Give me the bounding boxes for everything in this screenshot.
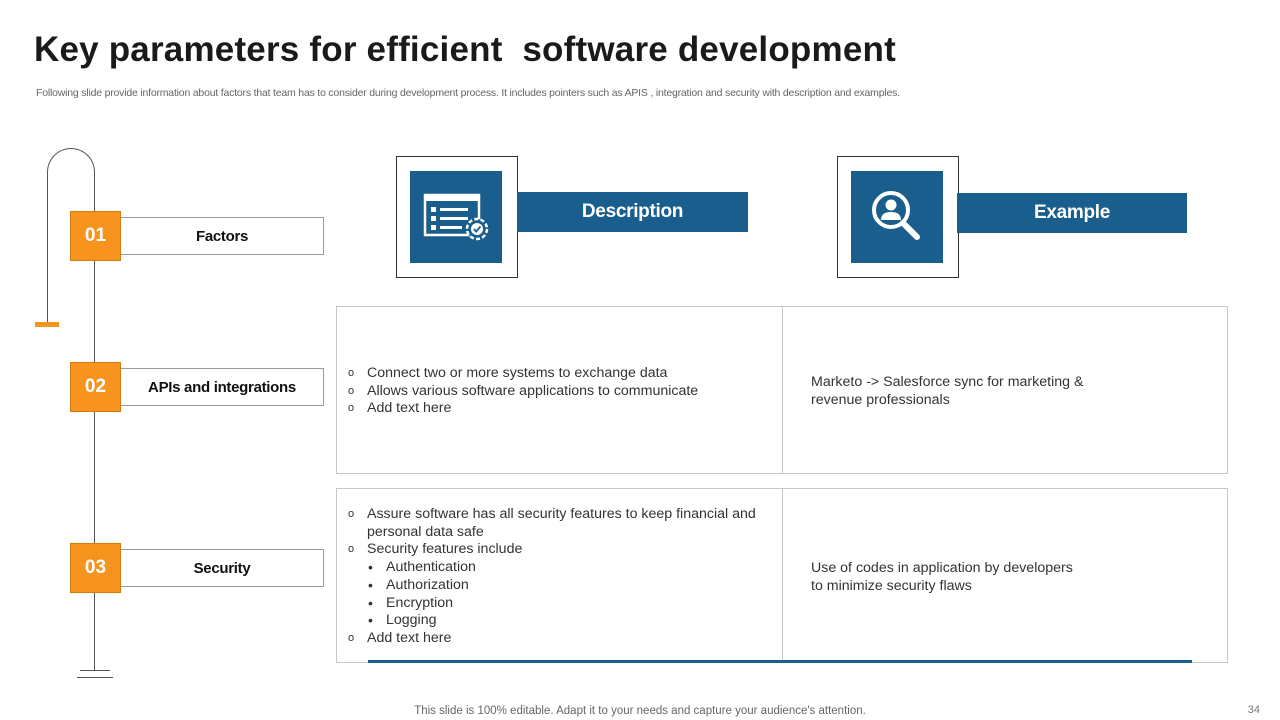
step-number: 01 — [70, 211, 121, 261]
description-cell: o Connect two or more systems to exchange… — [347, 365, 777, 418]
list-item: • Authentication — [368, 559, 476, 576]
step-label: APIs and integrations — [120, 368, 324, 406]
timeline-ground-line — [77, 677, 113, 678]
bottom-accent-line — [368, 660, 1192, 663]
timeline-ground-line — [80, 670, 110, 671]
column-divider — [782, 489, 783, 662]
slide-title: Key parameters for efficient software de… — [34, 30, 896, 69]
step-label: Factors — [120, 217, 324, 255]
step-factors: Factors 01 — [70, 211, 324, 261]
description-header: Description — [517, 192, 748, 232]
page-number: 34 — [1247, 704, 1260, 716]
list-item: o Connect two or more systems to exchange… — [348, 365, 668, 381]
step-apis-integrations: APIs and integrations 02 — [70, 362, 324, 412]
step-number: 02 — [70, 362, 121, 412]
slide-footer: This slide is 100% editable. Adapt it to… — [414, 705, 866, 717]
list-item: o Add text here — [348, 629, 452, 646]
list-item: • Authorization — [368, 576, 469, 593]
table-row: o Assure software has all security featur… — [336, 488, 1228, 663]
timeline-cap — [35, 322, 59, 327]
slide-subtitle: Following slide provide information abou… — [36, 87, 900, 99]
person-search-icon — [872, 191, 920, 240]
table-row: o Connect two or more systems to exchange… — [336, 306, 1228, 474]
example-icon-frame — [837, 156, 959, 278]
checklist-settings-icon — [423, 193, 489, 241]
column-divider — [782, 307, 783, 473]
example-icon-tile — [851, 171, 943, 263]
list-item: • Logging — [368, 612, 437, 629]
description-icon-frame — [396, 156, 518, 278]
list-item: o Add text here — [348, 400, 452, 417]
step-number: 03 — [70, 543, 121, 593]
description-icon-tile — [410, 171, 502, 263]
example-header: Example — [957, 193, 1187, 233]
list-item: personal data safe — [367, 523, 484, 540]
description-cell: o Assure software has all security featur… — [347, 506, 777, 648]
list-item: o Assure software has all security featur… — [348, 506, 756, 522]
list-item: o Security features include — [348, 541, 523, 558]
timeline-left-line — [47, 172, 48, 322]
example-cell: Use of codes in application by developer… — [811, 560, 1073, 594]
step-label: Security — [120, 549, 324, 587]
step-security: Security 03 — [70, 543, 324, 593]
example-cell: Marketo -> Salesforce sync for marketing… — [811, 374, 1084, 408]
list-item: o Allows various software applications to… — [348, 382, 699, 399]
list-item: • Encryption — [368, 594, 454, 611]
